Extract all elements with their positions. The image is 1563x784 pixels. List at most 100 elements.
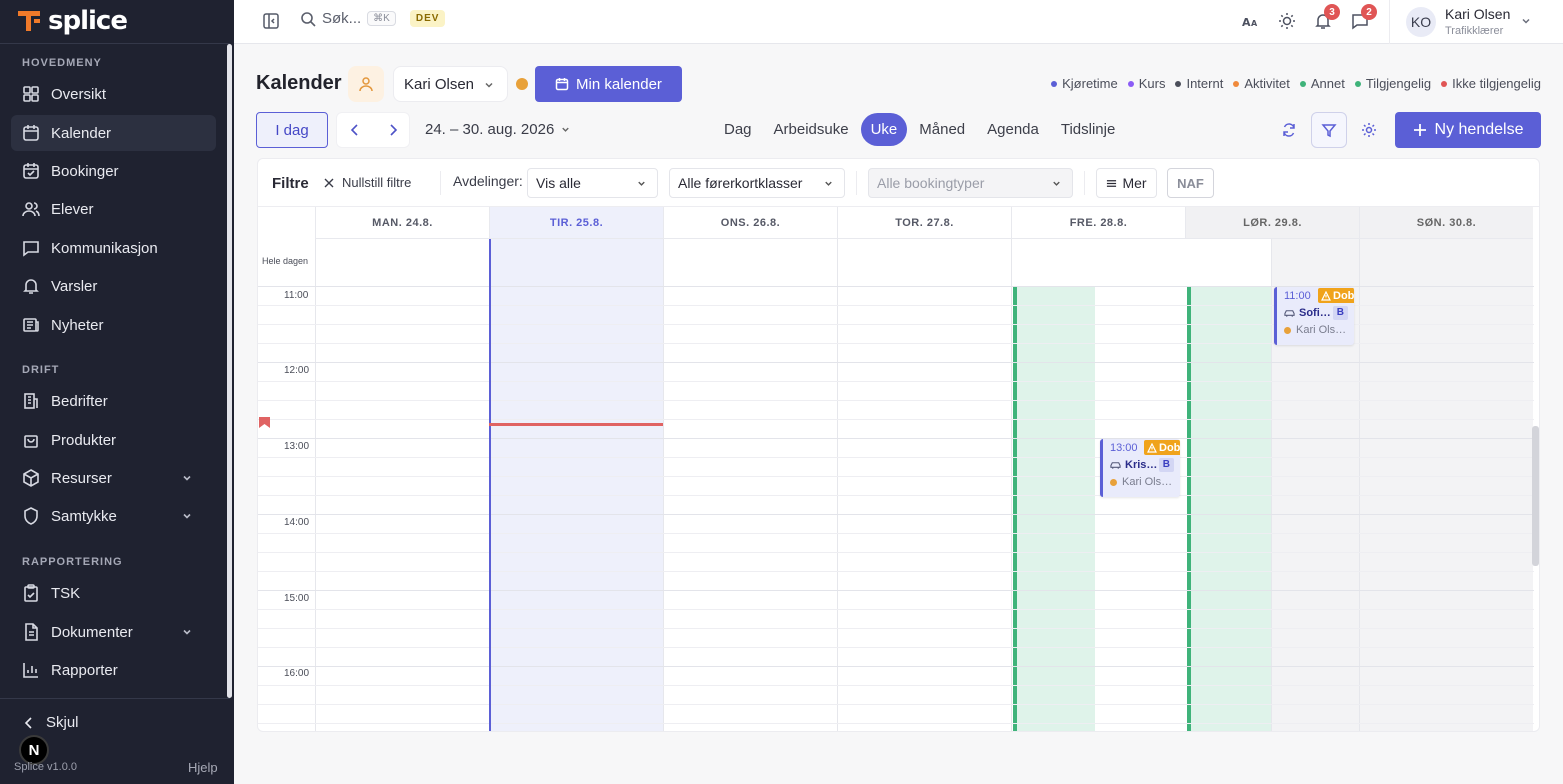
shield-icon <box>22 507 40 525</box>
day-header-mon[interactable]: MAN. 24.8. <box>315 207 489 239</box>
search-placeholder: Søk... <box>322 10 362 27</box>
legend-item: Aktivitet <box>1233 76 1290 91</box>
sidebar-item-samtykke[interactable]: Samtykke <box>11 498 216 534</box>
today-button[interactable]: I dag <box>256 112 328 148</box>
day-header-tue[interactable]: TIR. 25.8. <box>489 207 663 239</box>
user-name[interactable]: Kari Olsen <box>1445 6 1510 22</box>
document-icon <box>22 623 40 641</box>
sidebar-item-bedrifter[interactable]: Bedrifter <box>11 383 216 419</box>
license-class-select[interactable]: Alle førerkortklasser <box>669 168 845 198</box>
view-dag[interactable]: Dag <box>714 113 762 146</box>
day-header-sun[interactable]: SØN. 30.8. <box>1359 207 1533 239</box>
day-column[interactable] <box>663 239 837 731</box>
legend-item: Kurs <box>1127 76 1166 91</box>
grid-icon <box>22 85 40 103</box>
event-card-friday[interactable]: 13:00 Dob Kris… B Kari Ols… <box>1100 439 1180 497</box>
date-range-label: 24. – 30. aug. 2026 <box>425 121 555 138</box>
day-column[interactable] <box>315 239 489 731</box>
date-range-picker[interactable]: 24. – 30. aug. 2026 <box>425 121 571 138</box>
avatar[interactable]: KO <box>1406 7 1436 37</box>
hour-label: 11:00 <box>284 290 309 301</box>
filter-button[interactable] <box>1311 112 1347 148</box>
sidebar-item-label: Dokumenter <box>51 623 133 641</box>
calendar-scrollbar[interactable] <box>1532 426 1539 566</box>
chevron-left-icon[interactable] <box>348 123 362 137</box>
my-calendar-label: Min kalender <box>576 75 662 93</box>
filter-divider <box>856 171 857 195</box>
topbar-divider <box>1389 0 1390 44</box>
grid-line <box>258 571 1534 572</box>
view-agenda[interactable]: Agenda <box>977 113 1049 146</box>
booking-type-value: Alle bookingtyper <box>877 175 985 191</box>
my-calendar-button[interactable]: Min kalender <box>535 66 682 102</box>
sidebar-item-label: TSK <box>51 584 81 602</box>
sidebar-item-tsk[interactable]: TSK <box>11 575 216 611</box>
users-icon <box>22 200 40 218</box>
legend-label: Kurs <box>1138 76 1166 91</box>
legend-dot <box>1233 80 1240 87</box>
font-size-icon[interactable]: AA <box>1241 12 1259 30</box>
day-header-thu[interactable]: TOR. 27.8. <box>837 207 1011 239</box>
day-column-today[interactable] <box>489 239 663 731</box>
departments-select[interactable]: Vis alle <box>527 168 658 198</box>
svg-text:A: A <box>1242 16 1251 29</box>
view-maned[interactable]: Måned <box>909 113 975 146</box>
event-type-legend: Kjøretime Kurs Internt Aktivitet Annet T… <box>1051 76 1541 91</box>
view-uke[interactable]: Uke <box>860 113 908 146</box>
day-header-sat[interactable]: LØR. 29.8. <box>1185 207 1359 239</box>
help-link[interactable]: Hjelp <box>188 760 218 775</box>
hide-sidebar-button[interactable]: Skjul <box>22 714 79 731</box>
sidebar-item-dokumenter[interactable]: Dokumenter <box>11 614 216 650</box>
close-icon <box>324 178 334 188</box>
view-arbeidsuke[interactable]: Arbeidsuke <box>764 113 859 146</box>
gear-icon <box>1361 122 1377 138</box>
logo-text: splice <box>48 6 128 36</box>
sidebar-item-kalender[interactable]: Kalender <box>11 115 216 151</box>
splice-logo[interactable]: splice <box>16 6 128 36</box>
filter-divider <box>1084 171 1085 195</box>
grid-line <box>258 438 1534 439</box>
event-card-saturday[interactable]: 11:00 Dob Sofi… B Kari Ols… <box>1274 287 1354 345</box>
search-box[interactable]: Søk... ⌘K DEV <box>300 10 446 27</box>
reset-filters-button[interactable]: Nullstill filtre <box>324 175 411 190</box>
chevron-down-icon <box>483 79 495 91</box>
legend-dot <box>1127 80 1134 87</box>
booking-type-select[interactable]: Alle bookingtyper <box>868 168 1073 198</box>
svg-text:A: A <box>1251 19 1258 28</box>
naf-toggle[interactable]: NAF <box>1167 168 1214 198</box>
sidebar-item-resurser[interactable]: Resurser <box>11 460 216 496</box>
sidebar-item-rapporter[interactable]: Rapporter <box>11 652 216 688</box>
sidebar-item-bookinger[interactable]: Bookinger <box>11 153 216 189</box>
legend-label: Ikke tilgjengelig <box>1452 76 1541 91</box>
env-badge: DEV <box>409 10 446 27</box>
new-event-button[interactable]: Ny hendelse <box>1395 112 1541 148</box>
day-column-weekend[interactable] <box>1359 239 1533 731</box>
more-filters-button[interactable]: Mer <box>1096 168 1157 198</box>
view-tidslinje[interactable]: Tidslinje <box>1051 113 1125 146</box>
legend-item: Ikke tilgjengelig <box>1441 76 1541 91</box>
day-column[interactable] <box>837 239 1011 731</box>
sidebar-item-varsler[interactable]: Varsler <box>11 268 216 304</box>
messages-badge: 2 <box>1361 4 1377 20</box>
sidebar-item-produkter[interactable]: Produkter <box>11 422 216 458</box>
settings-button[interactable] <box>1351 112 1387 148</box>
chevron-right-icon[interactable] <box>386 123 400 137</box>
day-header-fri[interactable]: FRE. 28.8. <box>1011 207 1185 239</box>
sidebar-item-nyheter[interactable]: Nyheter <box>11 307 216 343</box>
sidebar-toggle-icon[interactable] <box>262 12 280 30</box>
day-header-wed[interactable]: ONS. 26.8. <box>663 207 837 239</box>
sidebar-item-kommunikasjon[interactable]: Kommunikasjon <box>11 230 216 266</box>
user-select[interactable]: Kari Olsen <box>393 66 508 102</box>
section-title-rapportering: RAPPORTERING <box>22 556 123 568</box>
refresh-button[interactable] <box>1271 112 1307 148</box>
sidebar-item-label: Kommunikasjon <box>51 239 158 257</box>
sidebar-scrollbar[interactable] <box>227 44 232 698</box>
sidebar-item-elever[interactable]: Elever <box>11 191 216 227</box>
hour-label: 12:00 <box>284 365 310 376</box>
sidebar-item-oversikt[interactable]: Oversikt <box>11 76 216 112</box>
grid-line <box>258 723 1534 724</box>
sun-icon[interactable] <box>1278 12 1296 30</box>
license-class-value: Alle førerkortklasser <box>678 175 803 191</box>
chevron-down-icon <box>181 472 193 484</box>
chevron-down-icon[interactable] <box>1520 15 1532 27</box>
